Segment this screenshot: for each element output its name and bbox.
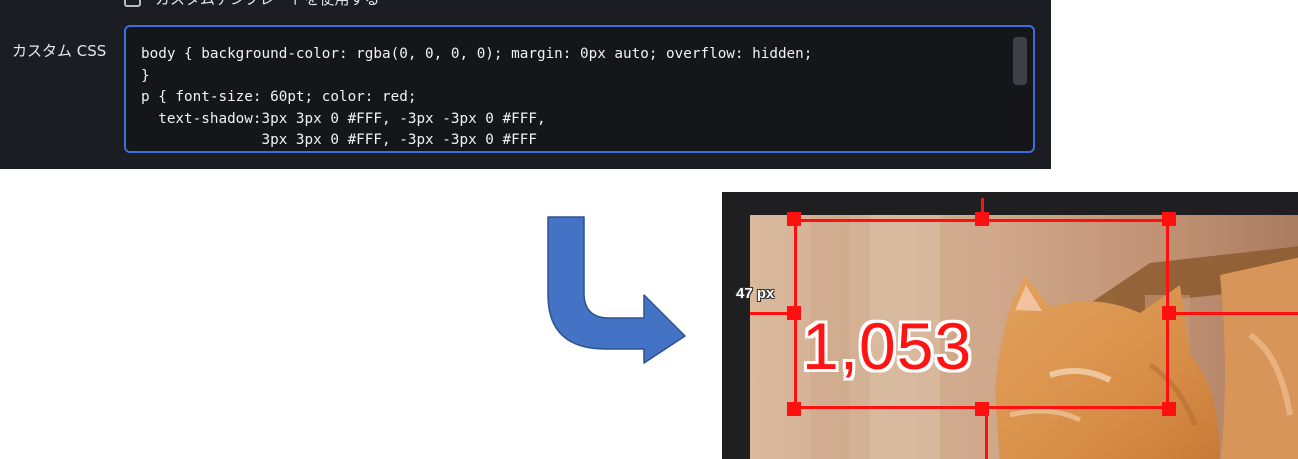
css-line: text-shadow:3px 3px 0 #FFF, -3px -3px 0 …	[141, 110, 546, 127]
resize-handle-bottom-left[interactable]	[787, 402, 801, 416]
resize-handle-top-left[interactable]	[787, 212, 801, 226]
margin-measure-label: 47 px	[736, 285, 775, 302]
textarea-scrollbar[interactable]	[1013, 37, 1027, 85]
counter-text: 1,053	[802, 309, 973, 383]
css-line: }	[141, 67, 150, 84]
template-checkbox[interactable]	[124, 0, 141, 7]
resize-handle-right[interactable]	[1162, 306, 1176, 320]
settings-panel: カスタムテンプレートを使用する カスタム CSS body { backgrou…	[0, 0, 1051, 169]
css-line: p { font-size: 60pt; color: red;	[141, 89, 417, 105]
css-line: 3px 3px 0 #FFF, -3px -3px 0 #FFF	[141, 132, 537, 148]
resize-handle-bottom-right[interactable]	[1162, 402, 1176, 416]
overlay-preview: 1,053 47 px	[722, 192, 1298, 459]
resize-handle-top[interactable]	[975, 212, 989, 226]
resize-handle-top-right[interactable]	[1162, 212, 1176, 226]
template-checkbox-label: カスタムテンプレートを使用する	[155, 0, 380, 9]
css-line: body { background-color: rgba(0, 0, 0, 0…	[141, 46, 813, 62]
resize-handle-left[interactable]	[787, 306, 801, 320]
template-option-row[interactable]: カスタムテンプレートを使用する	[124, 0, 380, 8]
resize-handle-bottom[interactable]	[975, 402, 989, 416]
custom-css-code[interactable]: body { background-color: rgba(0, 0, 0, 0…	[141, 44, 813, 151]
custom-css-textarea[interactable]: body { background-color: rgba(0, 0, 0, 0…	[124, 25, 1035, 153]
curved-down-right-arrow-icon	[547, 216, 686, 364]
custom-css-label: カスタム CSS	[12, 42, 107, 60]
guide-right	[1168, 312, 1298, 315]
